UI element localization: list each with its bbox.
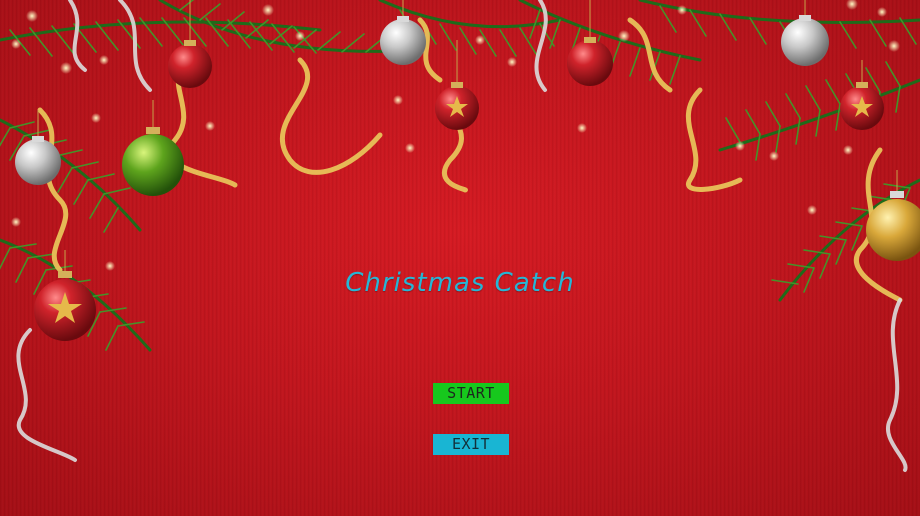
game-title: Christmas Catch xyxy=(345,268,575,298)
game-menu-screen: Christmas Catch START EXIT xyxy=(0,0,920,516)
start-button[interactable]: START xyxy=(433,383,509,404)
exit-button[interactable]: EXIT xyxy=(433,434,509,455)
